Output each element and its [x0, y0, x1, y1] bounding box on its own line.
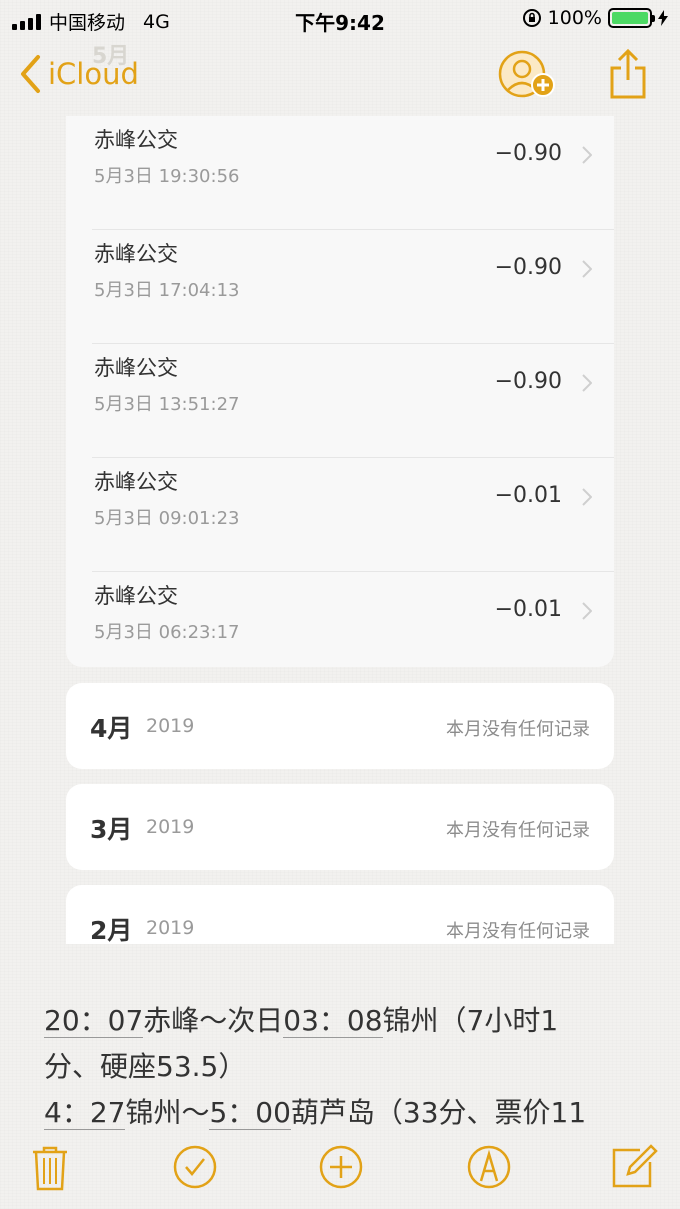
month-label: 4月	[90, 714, 133, 743]
transaction-time: 5月3日 13:51:27	[94, 394, 240, 415]
orientation-lock-icon	[522, 9, 541, 27]
compose-button[interactable]	[610, 1144, 658, 1194]
empty-note: 本月没有任何记录	[446, 719, 590, 740]
bottom-toolbar	[0, 1138, 680, 1208]
markup-icon	[467, 1145, 511, 1189]
year-label: 2019	[146, 715, 195, 737]
add-button[interactable]	[318, 1144, 364, 1194]
merchant-name: 赤峰公交	[94, 356, 178, 380]
status-right: 100%	[522, 7, 668, 29]
share-button[interactable]	[608, 48, 648, 104]
transaction-row: 赤峰公交 5月3日 19:30:56 −0.90	[66, 116, 614, 230]
ghost-month-label: 5月	[92, 44, 130, 69]
note-text-segment: 锦州～	[125, 1096, 210, 1129]
battery-icon	[608, 8, 655, 28]
transaction-amount: −0.90	[494, 255, 562, 280]
trash-icon	[33, 1146, 67, 1191]
merchant-name: 赤峰公交	[94, 470, 178, 494]
delete-button[interactable]	[30, 1144, 70, 1196]
transaction-time: 5月3日 09:01:23	[94, 508, 240, 529]
year-label: 2019	[146, 917, 195, 939]
pasted-image[interactable]: 赤峰公交 5月3日 19:30:56 −0.90 赤峰公交 5月3日 17:04…	[66, 116, 614, 944]
transaction-time: 5月3日 19:30:56	[94, 166, 240, 187]
underlined-time[interactable]: 03：08	[283, 1004, 383, 1038]
note-line: 20：07赤峰～次日03：08锦州（7小时1	[44, 998, 664, 1044]
transaction-time: 5月3日 17:04:13	[94, 280, 240, 301]
note-text-segment: 锦州（7小时1	[382, 1004, 559, 1037]
chevron-right-icon	[582, 488, 592, 506]
transactions-card: 赤峰公交 5月3日 19:30:56 −0.90 赤峰公交 5月3日 17:04…	[66, 116, 614, 667]
note-text-segment: 赤峰～次日	[143, 1004, 284, 1037]
battery-percent: 100%	[547, 7, 602, 29]
add-person-icon	[498, 50, 555, 98]
chevron-right-icon	[582, 260, 592, 278]
add-icon	[319, 1145, 363, 1189]
charging-icon	[658, 10, 668, 26]
markup-button[interactable]	[466, 1144, 512, 1194]
month-card: 4月 2019 本月没有任何记录	[66, 683, 614, 769]
year-label: 2019	[146, 816, 195, 838]
empty-note: 本月没有任何记录	[446, 820, 590, 841]
month-card: 2月 2019 本月没有任何记录	[66, 885, 614, 944]
month-card: 3月 2019 本月没有任何记录	[66, 784, 614, 870]
merchant-name: 赤峰公交	[94, 584, 178, 608]
share-icon	[610, 48, 646, 99]
merchant-name: 赤峰公交	[94, 128, 178, 152]
transaction-time: 5月3日 06:23:17	[94, 622, 240, 643]
underlined-time[interactable]: 4：27	[44, 1096, 126, 1130]
note-line: 4：27锦州～5：00葫芦岛（33分、票价11	[44, 1090, 664, 1136]
transaction-row: 赤峰公交 5月3日 17:04:13 −0.90	[66, 230, 614, 344]
merchant-name: 赤峰公交	[94, 242, 178, 266]
underlined-time[interactable]: 5：00	[209, 1096, 291, 1130]
transaction-amount: −0.01	[494, 483, 562, 508]
note-body[interactable]: 20：07赤峰～次日03：08锦州（7小时1 分、硬座53.5） 4：27锦州～…	[44, 998, 664, 1136]
add-person-button[interactable]	[498, 50, 560, 114]
checklist-icon	[173, 1145, 217, 1189]
note-text-segment: 葫芦岛（33分、票价11	[290, 1096, 587, 1129]
chevron-right-icon	[582, 374, 592, 392]
checklist-button[interactable]	[172, 1144, 218, 1194]
chevron-right-icon	[582, 602, 592, 620]
chevron-left-icon	[21, 55, 40, 93]
transaction-amount: −0.01	[494, 597, 562, 622]
month-label: 2月	[90, 916, 133, 944]
empty-note: 本月没有任何记录	[446, 921, 590, 942]
status-bar: 中国移动 4G 下午9:42 100%	[0, 0, 680, 38]
transaction-row: 赤峰公交 5月3日 09:01:23 −0.01	[66, 458, 614, 572]
chevron-right-icon	[582, 146, 592, 164]
transaction-amount: −0.90	[494, 369, 562, 394]
transaction-row: 赤峰公交 5月3日 13:51:27 −0.90	[66, 344, 614, 458]
underlined-time[interactable]: 20：07	[44, 1004, 144, 1038]
transaction-row: 赤峰公交 5月3日 06:23:17 −0.01	[66, 572, 614, 686]
compose-icon	[612, 1144, 658, 1188]
transaction-amount: −0.90	[494, 141, 562, 166]
note-line: 分、硬座53.5）	[44, 1050, 247, 1083]
month-label: 3月	[90, 815, 133, 844]
